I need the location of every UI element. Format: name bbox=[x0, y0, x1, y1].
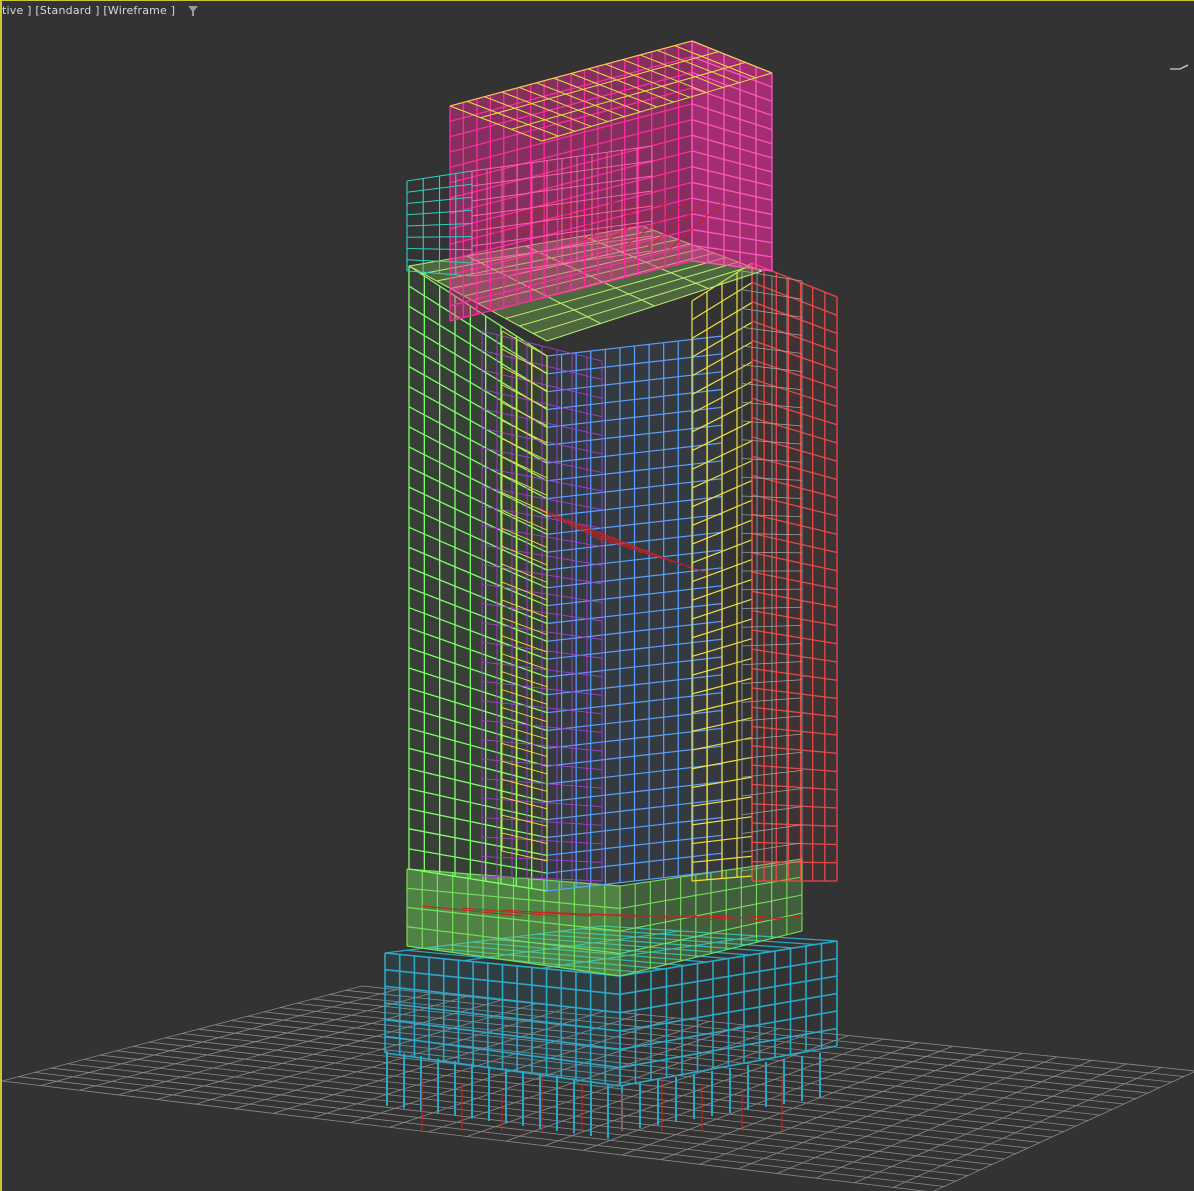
filter-icon[interactable] bbox=[187, 5, 199, 17]
scene-canvas[interactable] bbox=[2, 1, 1194, 1191]
viewport-shading-label[interactable]: [Standard ] bbox=[35, 4, 99, 17]
tower-right-wing bbox=[741, 262, 838, 882]
perspective-viewport[interactable]: tive ] [Standard ] [Wireframe ] bbox=[0, 0, 1194, 1191]
viewport-display-mode-label[interactable]: [Wireframe ] bbox=[103, 4, 175, 17]
viewport-view-label[interactable]: tive ] bbox=[2, 4, 32, 17]
viewcube-icon[interactable] bbox=[1170, 63, 1190, 73]
viewport-label-bar: tive ] [Standard ] [Wireframe ] bbox=[2, 4, 199, 22]
tower-left-face bbox=[408, 265, 548, 892]
